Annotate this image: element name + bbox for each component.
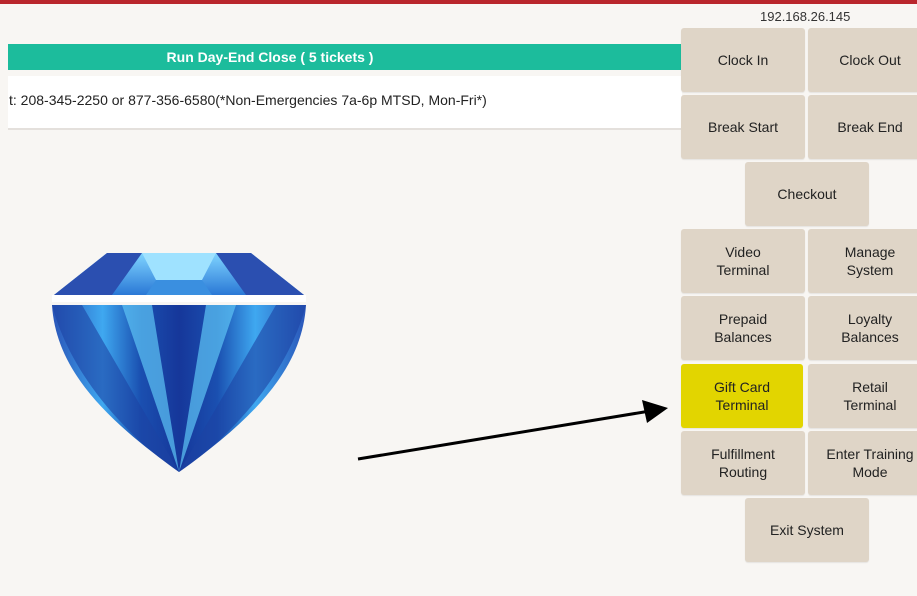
exit-system-button[interactable]: Exit System bbox=[745, 498, 869, 562]
ip-address: 192.168.26.145 bbox=[760, 9, 851, 24]
support-phone-text: t: 208-345-2250 or 877-356-6580(*Non-Eme… bbox=[9, 92, 487, 108]
retail-terminal-button[interactable]: Retail Terminal bbox=[808, 364, 917, 428]
diamond-logo-icon bbox=[52, 253, 306, 472]
day-end-close-button[interactable]: Run Day-End Close ( 5 tickets ) bbox=[8, 44, 682, 70]
manage-system-label: Manage System bbox=[844, 244, 896, 278]
break-end-button[interactable]: Break End bbox=[808, 95, 917, 159]
clock-in-button[interactable]: Clock In bbox=[681, 28, 805, 92]
break-end-label: Break End bbox=[837, 119, 903, 135]
loyalty-balances-label: Loyalty Balances bbox=[841, 311, 899, 345]
clock-out-label: Clock Out bbox=[839, 52, 901, 68]
fulfillment-routing-label: Fulfillment Routing bbox=[711, 446, 775, 480]
arrow-annotation-icon bbox=[357, 400, 668, 461]
checkout-label: Checkout bbox=[777, 186, 837, 202]
day-end-close-label: Run Day-End Close ( 5 tickets ) bbox=[166, 49, 374, 65]
video-terminal-label: Video Terminal bbox=[716, 244, 770, 278]
clock-in-label: Clock In bbox=[717, 52, 769, 68]
prepaid-balances-button[interactable]: Prepaid Balances bbox=[681, 296, 805, 360]
loyalty-balances-button[interactable]: Loyalty Balances bbox=[808, 296, 917, 360]
retail-terminal-label: Retail Terminal bbox=[843, 379, 897, 413]
gift-card-terminal-label: Gift Card Terminal bbox=[713, 379, 770, 413]
prepaid-balances-label: Prepaid Balances bbox=[714, 311, 772, 345]
enter-training-mode-label: Enter Training Mode bbox=[826, 446, 914, 480]
support-bar: t: 208-345-2250 or 877-356-6580(*Non-Eme… bbox=[8, 76, 682, 130]
manage-system-button[interactable]: Manage System bbox=[808, 229, 917, 293]
checkout-button[interactable]: Checkout bbox=[745, 162, 869, 226]
gift-card-terminal-button[interactable]: Gift Card Terminal bbox=[681, 364, 803, 428]
top-accent-line bbox=[0, 0, 917, 4]
fulfillment-routing-button[interactable]: Fulfillment Routing bbox=[681, 431, 805, 495]
exit-system-label: Exit System bbox=[770, 522, 844, 538]
break-start-label: Break Start bbox=[707, 119, 779, 135]
video-terminal-button[interactable]: Video Terminal bbox=[681, 229, 805, 293]
enter-training-mode-button[interactable]: Enter Training Mode bbox=[808, 431, 917, 495]
break-start-button[interactable]: Break Start bbox=[681, 95, 805, 159]
clock-out-button[interactable]: Clock Out bbox=[808, 28, 917, 92]
